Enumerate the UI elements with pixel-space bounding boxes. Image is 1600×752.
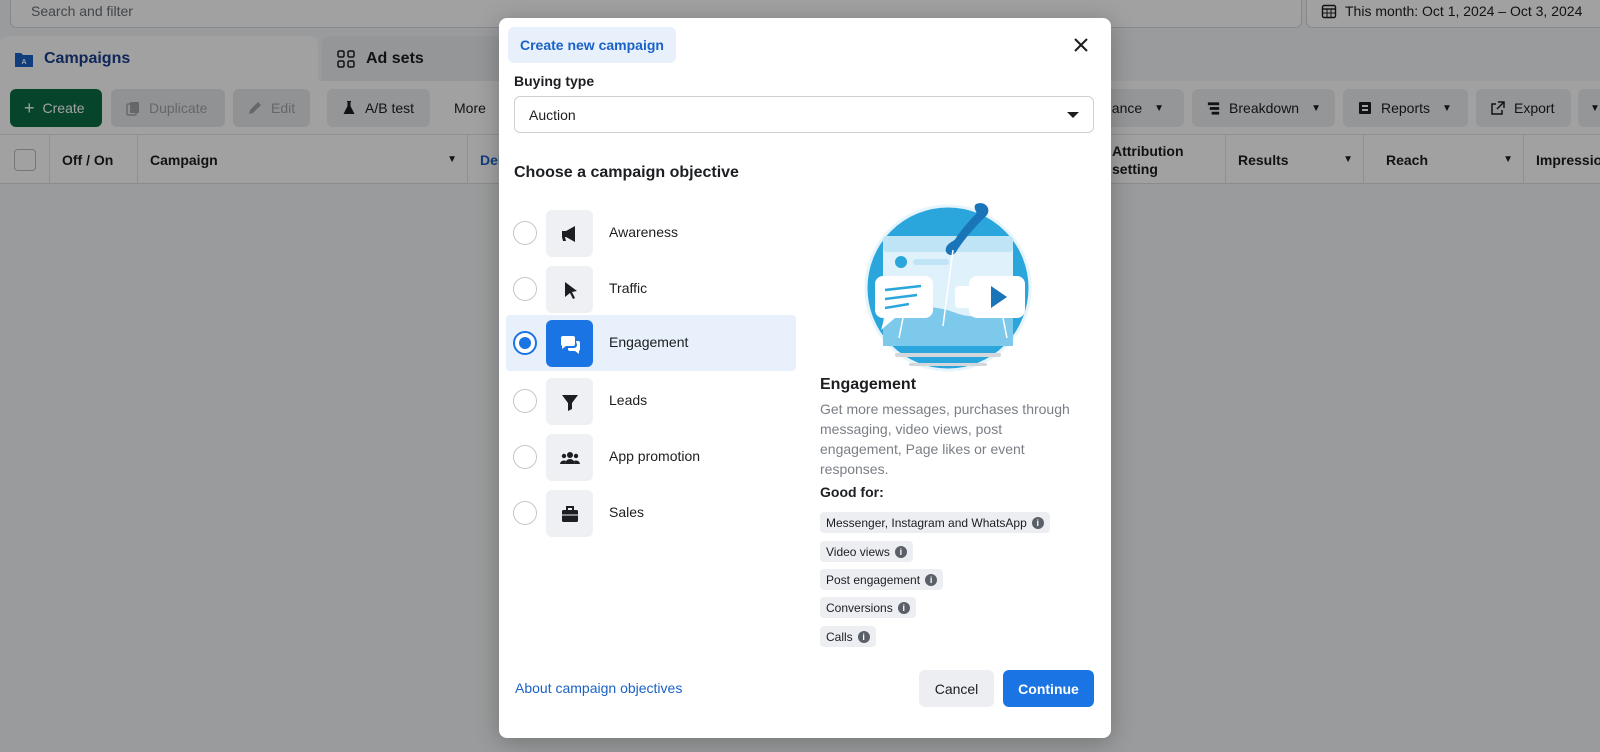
engagement-illustration	[864, 203, 1032, 372]
objective-leads[interactable]: Leads	[506, 373, 796, 429]
people-icon	[559, 451, 580, 464]
info-icon[interactable]: i	[925, 573, 938, 586]
info-icon[interactable]: i	[1031, 516, 1044, 529]
chip-label: Messenger, Instagram and WhatsApp	[826, 515, 1027, 530]
info-icon[interactable]: i	[857, 630, 870, 643]
objective-awareness[interactable]: Awareness	[506, 205, 796, 261]
info-icon[interactable]: i	[894, 545, 907, 558]
megaphone-icon	[561, 225, 575, 242]
cancel-button[interactable]: Cancel	[919, 670, 994, 707]
objective-icon-tile	[546, 378, 593, 425]
create-campaign-dialog: Create new campaign Buying type Auction …	[499, 18, 1111, 738]
good-for-chip: Calls i	[820, 626, 876, 647]
good-for-chip: Post engagement i	[820, 569, 944, 590]
objective-detail-description: Get more messages, purchases through mes…	[820, 401, 1070, 477]
objective-radio[interactable]	[513, 221, 537, 245]
objective-label: App promotion	[609, 448, 701, 464]
objective-label: Awareness	[609, 224, 679, 240]
objective-radio[interactable]	[513, 331, 537, 355]
objective-radio[interactable]	[513, 445, 537, 469]
objective-label: Engagement	[609, 334, 689, 350]
buying-type-value: Auction	[529, 106, 576, 123]
objective-detail-title: Engagement	[820, 376, 917, 393]
cursor-icon	[564, 281, 577, 299]
objective-icon-tile	[546, 320, 593, 367]
continue-button[interactable]: Continue	[1003, 670, 1094, 707]
objective-app-promotion[interactable]: App promotion	[506, 429, 796, 485]
caret-down-icon	[1067, 112, 1079, 118]
objective-icon-tile	[546, 490, 593, 537]
objective-label: Traffic	[609, 280, 648, 296]
objective-icon-tile	[546, 266, 593, 313]
good-for-chip: Messenger, Instagram and WhatsApp i	[820, 512, 1050, 533]
objective-icon-tile	[546, 210, 593, 257]
chip-label: Calls	[826, 629, 853, 644]
chip-label: Video views	[826, 544, 890, 559]
buying-type-label: Buying type	[514, 73, 595, 89]
objective-radio[interactable]	[513, 389, 537, 413]
chat-bubbles-icon	[560, 335, 580, 354]
briefcase-icon	[561, 505, 578, 522]
good-for-chip: Conversions i	[820, 597, 916, 618]
good-for-chip: Video views i	[820, 541, 913, 562]
dialog-title: Create new campaign	[508, 27, 676, 63]
objective-engagement[interactable]: Engagement	[506, 315, 796, 371]
close-icon[interactable]	[1071, 35, 1091, 55]
objective-label: Leads	[609, 392, 648, 408]
objective-icon-tile	[546, 434, 593, 481]
objective-section-title: Choose a campaign objective	[514, 164, 739, 181]
objective-label: Sales	[609, 504, 645, 520]
objective-radio[interactable]	[513, 277, 537, 301]
objective-radio[interactable]	[513, 501, 537, 525]
objective-sales[interactable]: Sales	[506, 485, 796, 541]
about-campaign-objectives-link[interactable]: About campaign objectives	[515, 680, 682, 696]
chip-label: Conversions	[826, 600, 893, 615]
ads-manager-page: Search and filter This month: Oct 1, 202…	[0, 0, 1600, 752]
info-icon[interactable]: i	[897, 601, 910, 614]
funnel-icon	[561, 394, 578, 411]
objective-traffic[interactable]: Traffic	[506, 261, 796, 317]
buying-type-select[interactable]: Auction	[514, 96, 1094, 133]
chip-label: Post engagement	[826, 572, 921, 587]
good-for-label: Good for:	[820, 484, 884, 500]
